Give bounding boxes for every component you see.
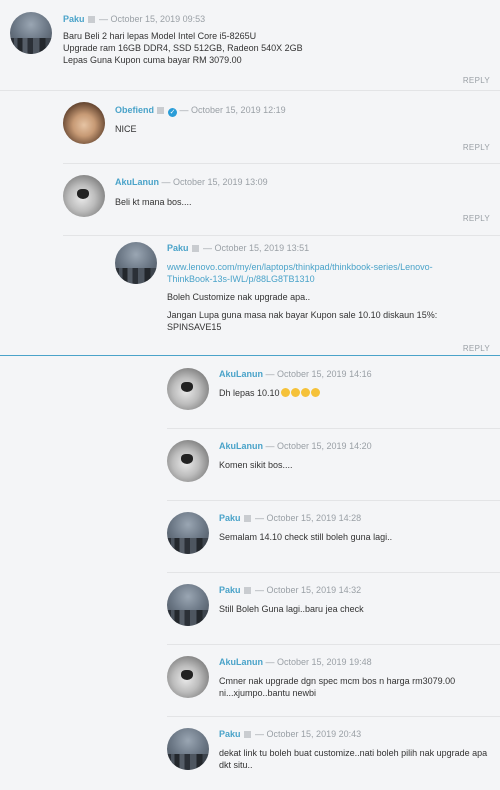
author-link[interactable]: AkuLanun [219,441,263,451]
flag-icon [87,16,95,23]
comment-date[interactable]: — October 15, 2019 19:48 [266,657,372,667]
comment: Obefiend ✓ — October 15, 2019 12:19 NICE … [63,90,500,164]
comment-text: Still Boleh Guna lagi..baru jea check [219,604,364,614]
comment-text: Dh lepas 10.10 [219,387,489,399]
comment-date[interactable]: — October 15, 2019 09:53 [99,14,205,24]
avatar[interactable] [167,728,209,770]
laughing-emoji-icon [280,388,290,397]
comment-meta: Paku — October 15, 2019 13:51 [167,243,309,253]
avatar[interactable] [167,368,209,410]
comment-body: Semalam 14.10 check still boleh guna lag… [219,531,489,543]
comment-date[interactable]: — October 15, 2019 20:43 [255,729,361,739]
author-link[interactable]: AkuLanun [219,369,263,379]
comment: Paku — October 15, 2019 09:53 Baru Beli … [0,0,500,91]
author-link[interactable]: Obefiend [115,105,154,115]
comment-body: Cmner nak upgrade dgn spec mcm bos n har… [219,675,474,699]
comment-text: Upgrade ram 16GB DDR4, SSD 512GB, Radeon… [63,43,303,53]
author-link[interactable]: Paku [219,729,241,739]
flag-icon [243,731,251,738]
reply-button[interactable]: REPLY [463,76,490,85]
author-link[interactable]: Paku [219,585,241,595]
reply-button[interactable]: REPLY [463,214,490,223]
comment-body: dekat link tu boleh buat customize..nati… [219,747,489,771]
comment-date[interactable]: — October 15, 2019 14:28 [255,513,361,523]
comment-meta: AkuLanun — October 15, 2019 13:09 [115,177,268,187]
avatar[interactable] [167,656,209,698]
comment: AkuLanun — October 15, 2019 14:16 Dh lep… [167,356,500,429]
comment-date[interactable]: — October 15, 2019 14:32 [255,585,361,595]
comment-text: Semalam 14.10 check still boleh guna lag… [219,532,393,542]
comment-text: dekat link tu boleh buat customize..nati… [219,748,488,770]
comment: Paku — October 15, 2019 13:51 www.lenovo… [115,235,500,355]
author-link[interactable]: AkuLanun [219,657,263,667]
comment-meta: AkuLanun — October 15, 2019 14:16 [219,369,372,379]
comment-meta: AkuLanun — October 15, 2019 14:20 [219,441,372,451]
laughing-emoji-icon [300,388,310,397]
flag-icon [243,587,251,594]
comment-body: Baru Beli 2 hari lepas Model Intel Core … [63,30,483,66]
verified-icon: ✓ [168,108,178,117]
comment: Paku — October 15, 2019 20:43 dekat link… [167,716,500,790]
author-link[interactable]: AkuLanun [115,177,159,187]
comment-date[interactable]: — October 15, 2019 13:09 [162,177,268,187]
laughing-emoji-icon [290,388,300,397]
flag-icon [191,245,199,252]
comment-date[interactable]: — October 15, 2019 14:20 [266,441,372,451]
comment-date[interactable]: — October 15, 2019 12:19 [180,105,286,115]
avatar[interactable] [115,242,157,284]
comment-meta: Paku — October 15, 2019 09:53 [63,14,205,24]
comment-body: Dh lepas 10.10 [219,387,489,399]
comment: Paku — October 15, 2019 14:32 Still Bole… [167,572,500,645]
comment-body: Komen sikit bos.... [219,459,489,471]
author-link[interactable]: Paku [219,513,241,523]
comment-body: www.lenovo.com/my/en/laptops/thinkpad/th… [167,261,462,339]
comment-meta: Paku — October 15, 2019 14:32 [219,585,361,595]
avatar[interactable] [167,512,209,554]
comment-meta: Paku — October 15, 2019 14:28 [219,513,361,523]
avatar[interactable] [167,584,209,626]
comment-text: Lepas Guna Kupon cuma bayar RM 3079.00 [63,55,242,65]
comment-body: Beli kt mana bos.... [115,196,485,208]
comment-text: Jangan Lupa guna masa nak bayar Kupon sa… [167,310,438,332]
avatar[interactable] [63,102,105,144]
comment-text: Baru Beli 2 hari lepas Model Intel Core … [63,31,257,41]
comment-text: Cmner nak upgrade dgn spec mcm bos n har… [219,676,456,698]
laughing-emoji-icon [310,388,320,397]
author-link[interactable]: Paku [63,14,85,24]
comment-text: Komen sikit bos.... [219,460,293,470]
comment-meta: Paku — October 15, 2019 20:43 [219,729,361,739]
comment-text: Beli kt mana bos.... [115,197,192,207]
comment: AkuLanun — October 15, 2019 19:48 Cmner … [167,644,500,717]
comment-body: NICE [115,123,485,135]
flag-icon [243,515,251,522]
flag-icon [157,107,165,114]
reply-button[interactable]: REPLY [463,344,490,353]
avatar[interactable] [10,12,52,54]
avatar[interactable] [63,175,105,217]
comment-date[interactable]: — October 15, 2019 13:51 [203,243,309,253]
author-link[interactable]: Paku [167,243,189,253]
comment: AkuLanun — October 15, 2019 13:09 Beli k… [63,163,500,236]
comment: Paku — October 15, 2019 14:28 Semalam 14… [167,500,500,573]
comment-date[interactable]: — October 15, 2019 14:16 [266,369,372,379]
comment-meta: AkuLanun — October 15, 2019 19:48 [219,657,372,667]
avatar[interactable] [167,440,209,482]
reply-button[interactable]: REPLY [463,143,490,152]
product-link[interactable]: www.lenovo.com/my/en/laptops/thinkpad/th… [167,262,433,284]
comment-text-content: Dh lepas 10.10 [219,388,280,398]
comment-text: NICE [115,124,137,134]
comment-meta: Obefiend ✓ — October 15, 2019 12:19 [115,105,286,117]
comment-text: Boleh Customize nak upgrade apa.. [167,292,311,302]
comment-body: Still Boleh Guna lagi..baru jea check [219,603,489,615]
comment: AkuLanun — October 15, 2019 14:20 Komen … [167,428,500,501]
